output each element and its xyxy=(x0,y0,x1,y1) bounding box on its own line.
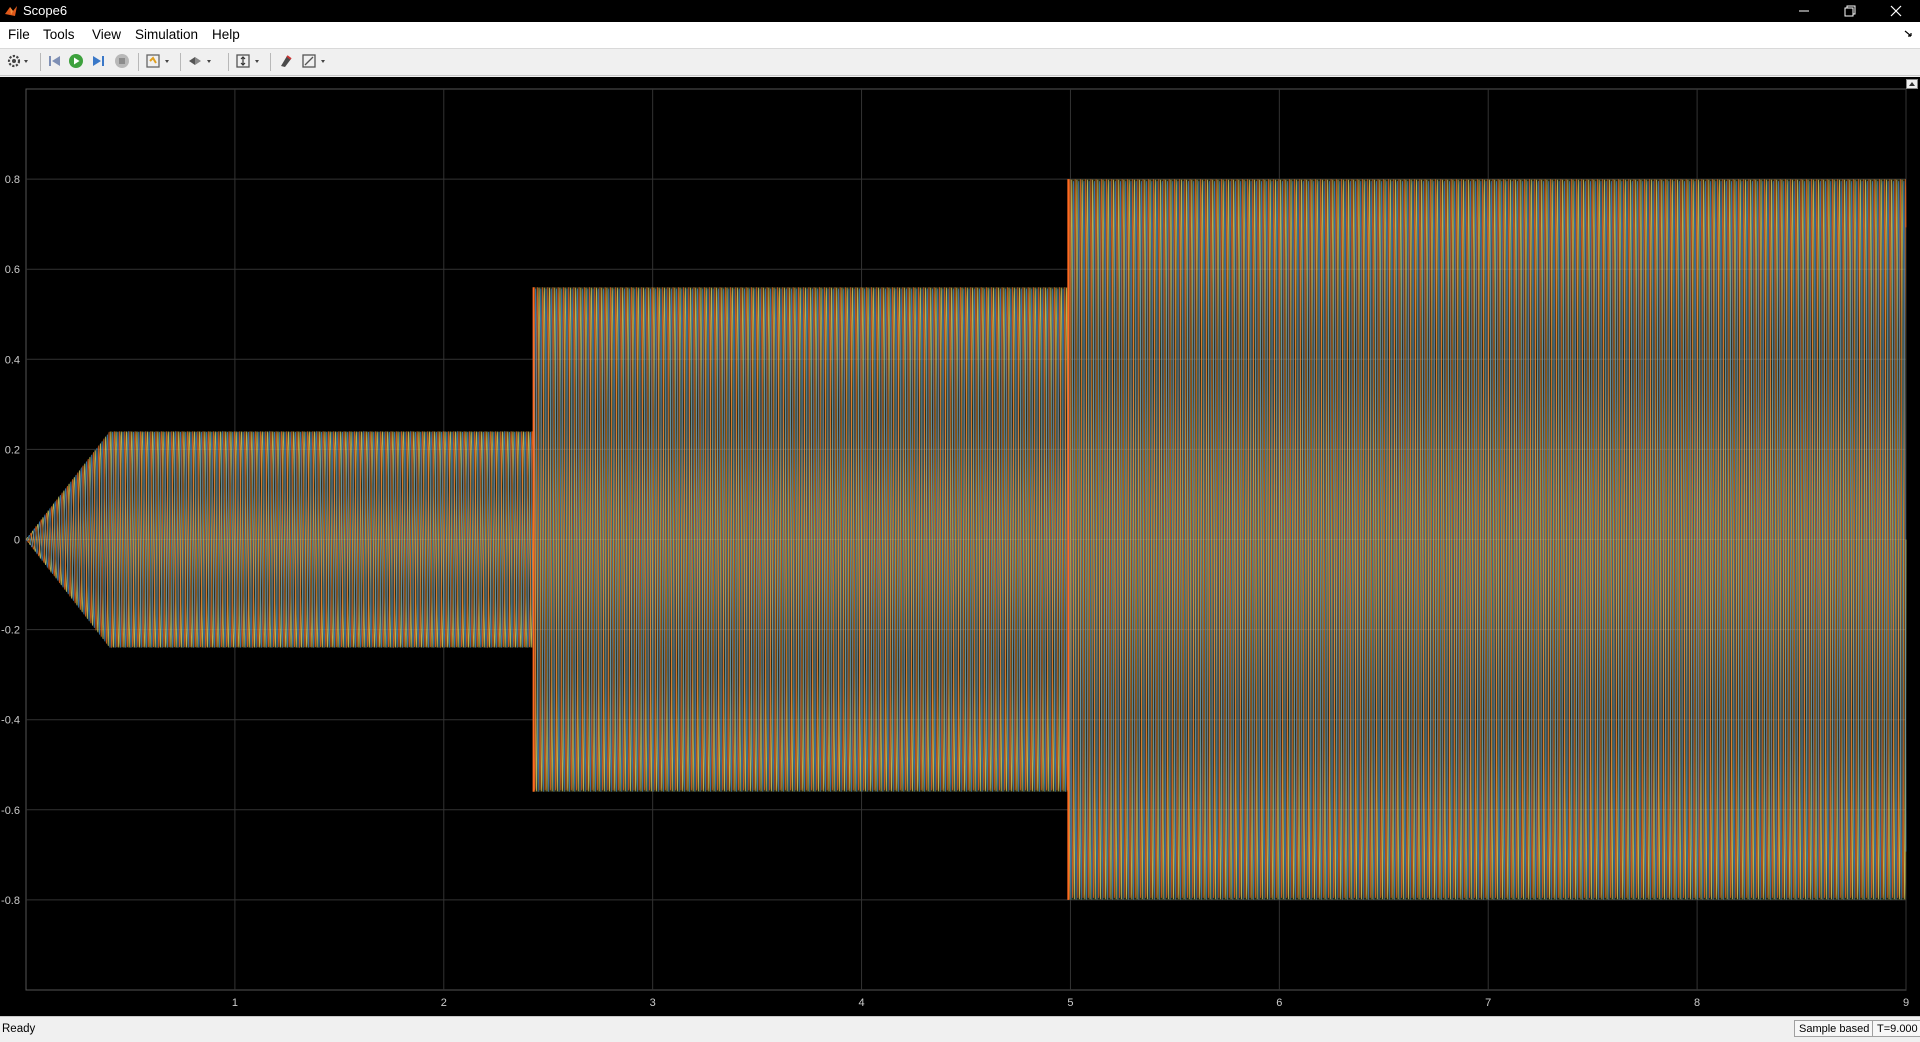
status-bar: Ready Sample based T=9.000 xyxy=(0,1016,1920,1042)
x-tick-label: 1 xyxy=(232,997,238,1009)
y-tick-label: 0.6 xyxy=(5,264,20,276)
zoom-button[interactable] xyxy=(186,51,216,71)
y-tick-label: 0.4 xyxy=(5,354,20,366)
minimize-button[interactable] xyxy=(1781,0,1827,22)
step-back-icon xyxy=(49,56,60,66)
step-forward-button[interactable] xyxy=(89,51,109,71)
x-tick-label: 3 xyxy=(650,997,656,1009)
scale-icon xyxy=(236,54,259,68)
close-button[interactable] xyxy=(1873,0,1919,22)
title-bar: Scope6 xyxy=(0,0,1920,22)
measurements-button[interactable] xyxy=(300,51,330,71)
zoom-icon xyxy=(189,57,211,65)
x-tick-label: 4 xyxy=(858,997,864,1009)
scope-plot[interactable]: 1 2 3 4 5 6 7 8 9 0.8 0.6 0.4 0.2 0 -0.2 -0.4 -0.6 -0.8 xyxy=(0,77,1920,1016)
sample-mode-badge: Sample based xyxy=(1794,1020,1875,1037)
close-icon xyxy=(1890,5,1902,17)
menu-help[interactable]: Help xyxy=(212,27,240,42)
x-tick-label: 5 xyxy=(1067,997,1073,1009)
run-button[interactable] xyxy=(66,51,86,71)
step-back-button[interactable] xyxy=(44,51,64,71)
stop-icon xyxy=(115,54,129,68)
step-forward-icon xyxy=(93,56,104,66)
y-tick-label: 0 xyxy=(14,535,20,547)
undock-arrow-icon[interactable] xyxy=(1904,28,1914,38)
highlight-button[interactable] xyxy=(144,51,174,71)
toolbar xyxy=(0,49,1920,76)
x-tick-label: 7 xyxy=(1485,997,1491,1009)
y-tick-label: -0.2 xyxy=(1,625,20,637)
menu-bar: File Tools View Simulation Help xyxy=(0,22,1920,49)
window-title: Scope6 xyxy=(23,3,68,18)
x-tick-label: 8 xyxy=(1694,997,1700,1009)
y-tick-label: -0.6 xyxy=(1,805,20,817)
y-tick-label: -0.4 xyxy=(1,715,20,727)
x-tick-label: 6 xyxy=(1276,997,1282,1009)
run-icon xyxy=(69,54,83,68)
y-tick-label: 0.2 xyxy=(5,444,20,456)
sim-time-badge: T=9.000 xyxy=(1872,1020,1920,1037)
restore-icon xyxy=(1844,5,1856,17)
style-button[interactable] xyxy=(276,51,298,71)
gear-icon xyxy=(7,54,28,68)
scope-display[interactable]: 1 2 3 4 5 6 7 8 9 0.8 0.6 0.4 0.2 0 -0.2 -0.4 -0.6 -0.8 xyxy=(0,77,1920,1016)
style-icon xyxy=(281,55,292,67)
menu-view[interactable]: View xyxy=(92,27,121,42)
matlab-icon xyxy=(5,6,17,16)
highlight-icon xyxy=(146,54,169,68)
expand-icon[interactable] xyxy=(1906,79,1918,89)
menu-file[interactable]: File xyxy=(8,27,30,42)
menu-simulation[interactable]: Simulation xyxy=(135,27,198,42)
y-tick-label: -0.8 xyxy=(1,895,20,907)
scale-button[interactable] xyxy=(234,51,264,71)
x-tick-label: 9 xyxy=(1903,997,1909,1009)
status-text: Ready xyxy=(2,1023,36,1035)
stop-button[interactable] xyxy=(112,51,132,71)
x-tick-label: 2 xyxy=(441,997,447,1009)
settings-button[interactable] xyxy=(4,51,32,71)
minimize-icon xyxy=(1799,10,1809,12)
measurements-icon xyxy=(302,54,325,68)
y-tick-label: 0.8 xyxy=(5,174,20,186)
restore-button[interactable] xyxy=(1827,0,1873,22)
menu-tools[interactable]: Tools xyxy=(43,27,75,42)
